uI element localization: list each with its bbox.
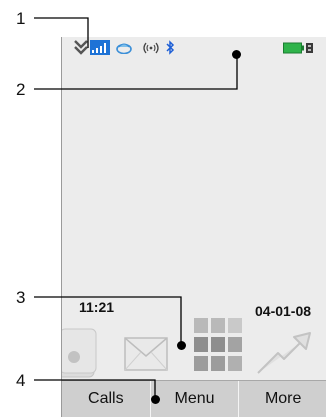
callout-4: 4 — [16, 371, 26, 390]
calls-softkey[interactable]: Calls — [62, 381, 150, 417]
battery-icon — [283, 42, 313, 54]
standby-time: 11:21 — [79, 299, 115, 315]
online-icon — [116, 43, 132, 54]
callout-1: 1 — [16, 9, 26, 28]
signal-strength-icon — [90, 40, 110, 55]
callout-2: 2 — [16, 80, 26, 99]
messaging-icon[interactable] — [124, 337, 168, 371]
status-bar — [62, 37, 326, 61]
wireless-icon — [143, 42, 159, 54]
standby-date: 04-01-08 — [255, 303, 312, 319]
more-softkey[interactable]: More — [238, 381, 326, 417]
bluetooth-icon — [166, 40, 175, 55]
callout-2-dot — [232, 50, 241, 59]
menu-softkey[interactable]: Menu — [149, 381, 239, 417]
callout-3: 3 — [16, 288, 26, 307]
new-event-icon — [74, 40, 88, 55]
softkey-bar: Calls Menu More — [62, 380, 326, 417]
callout-4-dot — [151, 395, 160, 404]
callout-3-dot — [177, 341, 186, 350]
main-menu-grid-icon[interactable] — [193, 317, 245, 375]
send-arrow-icon[interactable] — [254, 323, 312, 377]
phone-screen: 11:21 04-01-08 Calls Menu More — [61, 37, 326, 417]
contacts-icon[interactable] — [62, 327, 102, 379]
